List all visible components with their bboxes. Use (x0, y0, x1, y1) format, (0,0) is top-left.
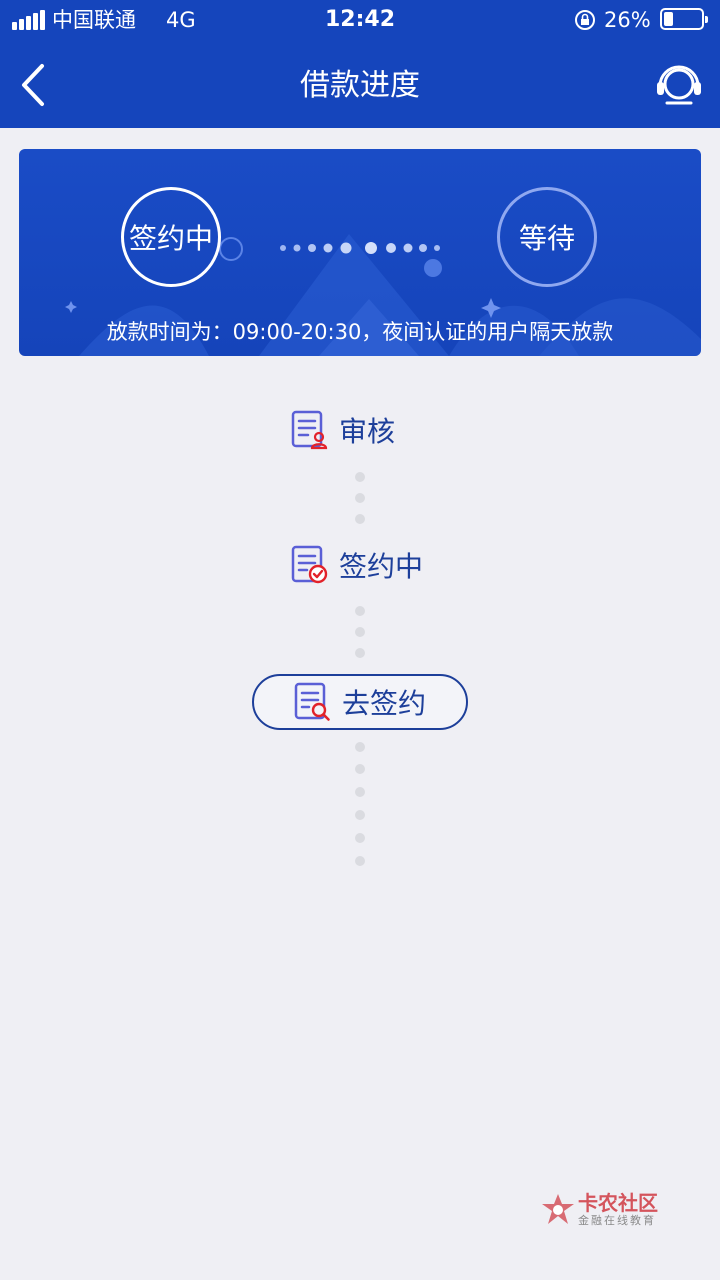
go-sign-label: 去签约 (341, 687, 426, 720)
watermark-logo-icon (542, 1194, 574, 1224)
timeline-item-label: 签约中 (339, 550, 424, 583)
timeline-dot (355, 742, 365, 752)
watermark-title: 卡农社区 (578, 1191, 658, 1215)
timeline-dot (355, 856, 365, 866)
customer-service-button[interactable] (654, 60, 704, 110)
status-bar: 中国联通 4G 12:42 26% (0, 0, 720, 40)
next-step-label: 等待 (518, 222, 575, 255)
current-step-label: 签约中 (128, 222, 213, 255)
battery-icon (660, 8, 708, 30)
timeline-item-signing: 签约中 (291, 545, 423, 585)
timeline-dot (355, 472, 365, 482)
progress-banner: 签约中 等待 放款时间为：09:00-20:30，夜间认证的用户隔天放款 (19, 149, 701, 356)
headset-icon (657, 65, 701, 105)
go-sign-button[interactable]: 去签约 (252, 674, 468, 730)
rotation-lock-icon (575, 10, 595, 30)
timeline-dot (355, 627, 365, 637)
timeline-dot (355, 787, 365, 797)
page-title: 借款进度 (300, 68, 420, 103)
document-user-icon (291, 410, 328, 450)
battery-percent: 26% (604, 8, 651, 32)
next-step-circle: 等待 (497, 187, 597, 287)
document-search-icon (294, 682, 330, 721)
document-check-icon (291, 545, 328, 584)
timeline-dot (355, 606, 365, 616)
watermark-subtitle: 金融在线教育 (578, 1214, 656, 1227)
disbursement-note: 放款时间为：09:00-20:30，夜间认证的用户隔天放款 (106, 320, 614, 344)
timeline-dot (355, 833, 365, 843)
timeline-item-label: 审核 (339, 415, 396, 448)
timeline-dot (355, 493, 365, 503)
timeline-dot (355, 810, 365, 820)
timeline-dot (355, 764, 365, 774)
timeline-item-review: 审核 (291, 410, 395, 450)
timeline-dot (355, 648, 365, 658)
current-step-circle: 签约中 (121, 187, 221, 287)
timeline-dot (355, 514, 365, 524)
